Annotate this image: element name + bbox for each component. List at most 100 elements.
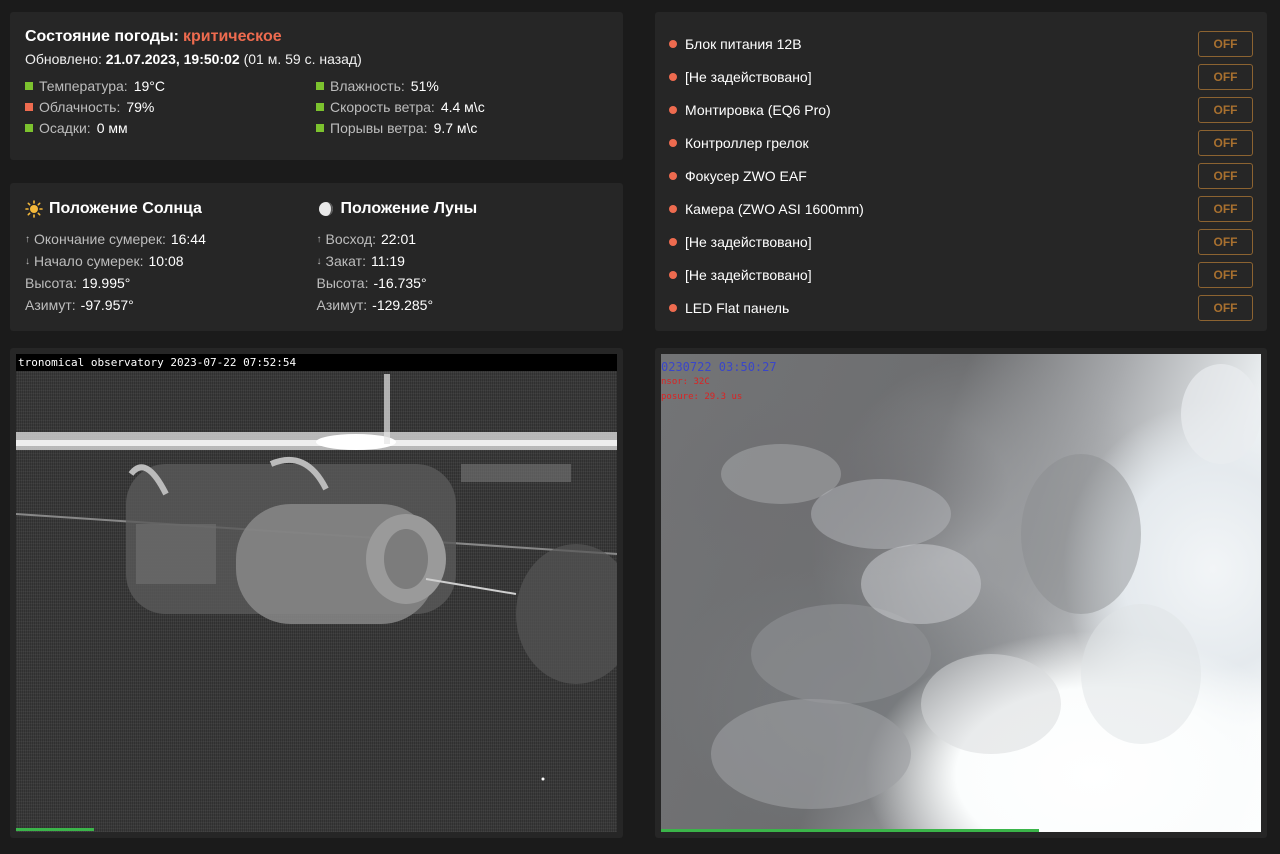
power-switch-label: Блок питания 12В [685,35,802,52]
cloud-scene [711,364,1261,809]
sun-section: Положение Солнца ↑ Окончание сумерек: 16:4… [25,199,317,315]
metric-label: Облачность: [39,98,121,115]
moon-value: -16.735° [373,275,427,291]
sun-value: 19.995° [81,275,131,291]
sun-label: Азимут: [25,297,76,313]
moon-label: Высота: [316,275,369,291]
updated-value: 21.07.2023, 19:50:02 [105,51,240,67]
weather-metric: Облачность: 79% [25,98,316,115]
weather-metric: Скорость ветра: 4.4 м\с [316,98,596,115]
power-toggle-button[interactable]: OFF [1198,30,1253,57]
sky-camera-sensor-temp: nsor: 32C [661,377,710,387]
moon-value: 11:19 [370,253,405,269]
weather-metric: Влажность: 51% [316,77,596,94]
moon-title: Положение Луны [340,200,478,217]
power-switch-row: [Не задействовано] OFF [669,258,1253,291]
power-status-dot [669,72,677,81]
power-switch-row: Блок питания 12В OFF [669,27,1253,60]
metric-value: 51% [410,77,439,94]
power-switch-row: Монтировка (EQ6 Pro) OFF [669,93,1253,126]
power-switch-row: LED Flat панель OFF [669,291,1253,324]
power-status-dot [669,237,677,246]
sun-label: Окончание сумерек: [34,231,166,247]
moon-value: 22:01 [381,231,417,247]
metric-value: 79% [126,98,155,115]
arrow-up-icon: ↑ [25,233,30,245]
moon-icon [317,200,335,218]
power-switch-row: [Не задействовано] OFF [669,225,1253,258]
metric-value: 9.7 м\с [433,119,478,136]
moon-section: Положение Луны ↑ Восход: 22:01 ↓ Закат: 11:19… [317,199,609,315]
power-status-dot [669,39,677,48]
metric-value: 0 мм [96,119,128,136]
astro-panel: Положение Солнца ↑ Окончание сумерек: 16:4… [10,183,623,331]
weather-metric: Осадки: 0 мм [25,119,316,136]
power-switch-label: Контроллер грелок [685,134,809,151]
metric-label: Скорость ветра: [330,98,435,115]
sky-camera-image[interactable]: 0230722 03:50:27 nsor: 32C posure: 29.3 … [661,354,1261,832]
metric-label: Порывы ветра: [330,119,428,136]
metric-value: 4.4 м\с [440,98,485,115]
sun-row: ↓ Начало сумерек: 10:08 [25,253,317,269]
metric-value: 19°C [133,77,165,94]
power-toggle-button[interactable]: OFF [1198,63,1253,90]
sun-label: Начало сумерек: [34,253,144,269]
weather-status: критическое [182,28,282,45]
power-toggle-button[interactable]: OFF [1198,96,1253,123]
sky-camera-exposure: posure: 29.3 us [661,392,743,402]
sun-row: ↑ Окончание сумерек: 16:44 [25,231,317,247]
status-indicator [25,81,33,90]
status-indicator [316,81,324,90]
metric-label: Осадки: [39,119,91,136]
sun-value: -97.957° [80,297,134,313]
power-switch-label: Фокусер ZWO EAF [685,167,807,184]
sun-title: Положение Солнца [49,200,202,217]
status-indicator [25,123,33,132]
power-toggle-button[interactable]: OFF [1198,294,1253,321]
status-indicator [316,102,324,111]
moon-label: Азимут: [316,297,368,313]
camera-caption: tronomical observatory 2023-07-22 07:52:… [16,354,617,371]
power-status-dot [669,171,677,180]
power-switch-label: LED Flat панель [685,299,790,316]
power-status-dot [669,204,677,213]
weather-panel: Состояние погоды: критическое Обновлено: … [10,12,623,160]
sky-camera-timestamp: 0230722 03:50:27 [661,360,777,374]
weather-updated: Обновлено: 21.07.2023, 19:50:02 (01 м. 5… [25,51,608,67]
power-switch-row: Контроллер грелок OFF [669,126,1253,159]
sun-row: Азимут: -97.957° [25,297,317,313]
sun-label: Высота: [25,275,77,291]
metric-label: Влажность: [330,77,405,94]
power-toggle-button[interactable]: OFF [1198,162,1253,189]
weather-metric: Порывы ветра: 9.7 м\с [316,119,596,136]
status-indicator [316,123,324,132]
observatory-camera-image[interactable]: tronomical observatory 2023-07-22 07:52:… [16,354,617,832]
moon-label: Восход: [325,231,377,247]
power-switch-label: [Не задействовано] [685,266,812,283]
moon-row: ↓ Закат: 11:19 [317,253,609,269]
power-toggle-button[interactable]: OFF [1198,228,1253,255]
power-status-dot [669,138,677,147]
arrow-down-icon: ↓ [316,255,322,267]
weather-title-label: Состояние погоды: [25,28,179,45]
weather-metrics: Температура: 19°C Влажность: 51% Облачность:… [25,77,608,136]
power-toggle-button[interactable]: OFF [1198,195,1253,222]
observatory-scene [16,374,617,781]
sun-icon [25,200,43,218]
weather-metric: Температура: 19°C [25,77,316,94]
power-switch-label: Монтировка (EQ6 Pro) [685,101,831,118]
power-status-dot [669,105,677,114]
power-status-dot [669,270,677,279]
arrow-down-icon: ↓ [25,255,30,267]
sky-camera-refresh-progress [661,829,1039,832]
metric-label: Температура: [39,77,128,94]
power-switch-row: [Не задействовано] OFF [669,60,1253,93]
power-toggle-button[interactable]: OFF [1198,129,1253,156]
moon-label: Закат: [325,253,366,269]
sun-row: Высота: 19.995° [25,275,317,291]
power-toggle-button[interactable]: OFF [1198,261,1253,288]
moon-row: Азимут: -129.285° [317,297,609,313]
power-status-dot [669,303,677,312]
sun-value: 10:08 [148,253,184,269]
power-switch-label: [Не задействовано] [685,233,812,250]
